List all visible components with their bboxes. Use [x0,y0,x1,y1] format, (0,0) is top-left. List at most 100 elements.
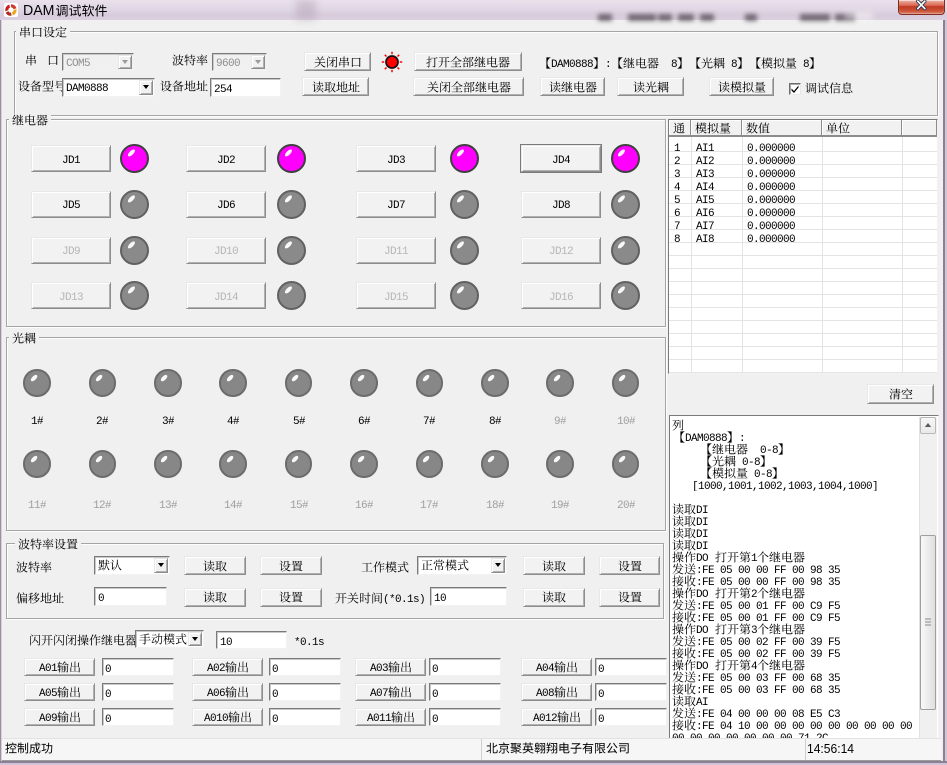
svg-text:DAM: DAM [23,4,54,17]
svg-text:0: 0 [105,689,111,699]
svg-text:13#: 13# [159,500,177,510]
svg-text:10: 10 [220,637,232,647]
svg-text:JD9: JD9 [62,246,80,256]
svg-text:5: 5 [674,195,680,205]
svg-text:5#: 5# [293,416,305,426]
svg-text:DI: DI [696,517,708,527]
svg-text:18#: 18# [486,500,504,510]
svg-text:0: 0 [432,689,438,699]
svg-text:COM5: COM5 [66,58,90,68]
svg-text:JD1: JD1 [62,155,80,165]
svg-text:8: 8 [659,59,677,69]
svg-text:0: 0 [598,689,604,699]
svg-text::FE 05 00 02 FF 00 39 F5: :FE 05 00 02 FF 00 39 F5 [696,649,840,659]
svg-text:0.000000: 0.000000 [747,195,795,205]
svg-text:19#: 19# [551,500,569,510]
svg-text:0: 0 [105,714,111,724]
svg-text:17#: 17# [420,500,438,510]
svg-text:DO: DO [696,661,709,671]
svg-text:15#: 15# [290,500,308,510]
svg-text:A08: A08 [536,688,554,698]
svg-text:0.000000: 0.000000 [747,208,795,218]
svg-text:7: 7 [674,221,680,231]
svg-text:0: 0 [432,714,438,724]
svg-text:JD8: JD8 [552,200,570,210]
svg-text:7#: 7# [423,416,435,426]
svg-text:AI: AI [696,697,708,707]
svg-text:12#: 12# [93,500,111,510]
svg-text:9#: 9# [554,416,566,426]
svg-text:0.000000: 0.000000 [747,169,795,179]
svg-text:JD15: JD15 [384,292,408,302]
svg-text:0-8: 0-8 [736,457,760,467]
svg-text:1: 1 [751,553,758,563]
svg-text::FE 04 10 00 00 00 00 00 00 00: :FE 04 10 00 00 00 00 00 00 00 00 00 [696,721,912,731]
svg-text:[1000,1001,1002,1003,1004,1000: [1000,1001,1002,1003,1004,1000] [692,481,878,491]
svg-text:1#: 1# [31,416,43,426]
svg-text:A011: A011 [367,713,392,723]
svg-text:2: 2 [674,156,680,166]
svg-text::FE 05 00 01 FF 00 C9 F5: :FE 05 00 01 FF 00 C9 F5 [696,613,840,623]
svg-text:0: 0 [598,714,604,724]
svg-text:JD7: JD7 [387,200,405,210]
svg-text:2#: 2# [96,416,108,426]
svg-text:3: 3 [674,169,680,179]
svg-text:JD13: JD13 [59,292,83,302]
svg-text:AI7: AI7 [696,221,714,231]
svg-text:DO: DO [696,589,709,599]
svg-text::FE 05 00 02 FF 00 39 F5: :FE 05 00 02 FF 00 39 F5 [696,637,840,647]
svg-text:JD4: JD4 [552,155,570,165]
svg-text:0-8: 0-8 [748,469,772,479]
svg-text:DI: DI [696,541,708,551]
svg-text:A02: A02 [207,663,225,673]
svg-text:A07: A07 [370,688,388,698]
svg-text:DAM0888: DAM0888 [66,83,108,93]
svg-text:0.000000: 0.000000 [747,182,795,192]
svg-text::FE 05 00 01 FF 00 C9 F5: :FE 05 00 01 FF 00 C9 F5 [696,601,840,611]
svg-text:4: 4 [674,182,680,192]
svg-text:JD3: JD3 [387,155,405,165]
svg-text:A01: A01 [39,663,58,673]
svg-text:4#: 4# [227,416,239,426]
svg-text:A03: A03 [370,663,388,673]
svg-text:A04: A04 [536,663,555,673]
svg-text:8: 8 [674,234,680,244]
svg-text::FE 05 00 00 FF 00 98 35: :FE 05 00 00 FF 00 98 35 [696,577,840,587]
svg-text:14:56:14: 14:56:14 [807,743,854,755]
svg-text:DI: DI [696,529,708,539]
svg-text:0: 0 [98,593,104,603]
svg-text:JD11: JD11 [384,246,408,256]
svg-text:AI6: AI6 [696,208,714,218]
svg-text:0: 0 [272,714,278,724]
svg-text:DAM0888: DAM0888 [551,59,593,69]
svg-text:8: 8 [797,59,809,69]
svg-text:0: 0 [272,664,278,674]
svg-text:14#: 14# [224,500,242,510]
svg-text:3#: 3# [162,416,174,426]
svg-text:4: 4 [751,661,758,671]
svg-text:0: 0 [598,664,604,674]
svg-text:0.000000: 0.000000 [747,156,795,166]
svg-text:JD10: JD10 [214,246,238,256]
svg-text:0: 0 [432,664,438,674]
svg-text:(*0.1s): (*0.1s) [383,594,425,604]
svg-text:6#: 6# [358,416,370,426]
svg-text:DI: DI [696,505,708,515]
svg-text::FE 04 00 00 00 08 E5 C3: :FE 04 00 00 00 08 E5 C3 [696,709,840,719]
svg-text:0.000000: 0.000000 [747,221,795,231]
svg-text:AI4: AI4 [696,182,714,192]
svg-text:10: 10 [434,593,446,603]
svg-text:DO: DO [696,625,709,635]
svg-text:0-8: 0-8 [748,445,778,455]
svg-text:A05: A05 [39,688,57,698]
svg-text::: : [605,59,611,69]
svg-text:0.000000: 0.000000 [747,143,795,153]
svg-text:A012: A012 [533,713,557,723]
svg-text:2: 2 [751,589,757,599]
svg-text:DAM0888: DAM0888 [685,433,727,443]
svg-text:11#: 11# [28,500,46,510]
svg-text:*0.1s: *0.1s [294,637,324,647]
svg-text::FE 05 00 03 FF 00 68 35: :FE 05 00 03 FF 00 68 35 [696,685,840,695]
svg-text:AI8: AI8 [696,234,714,244]
svg-text:JD12: JD12 [549,246,573,256]
